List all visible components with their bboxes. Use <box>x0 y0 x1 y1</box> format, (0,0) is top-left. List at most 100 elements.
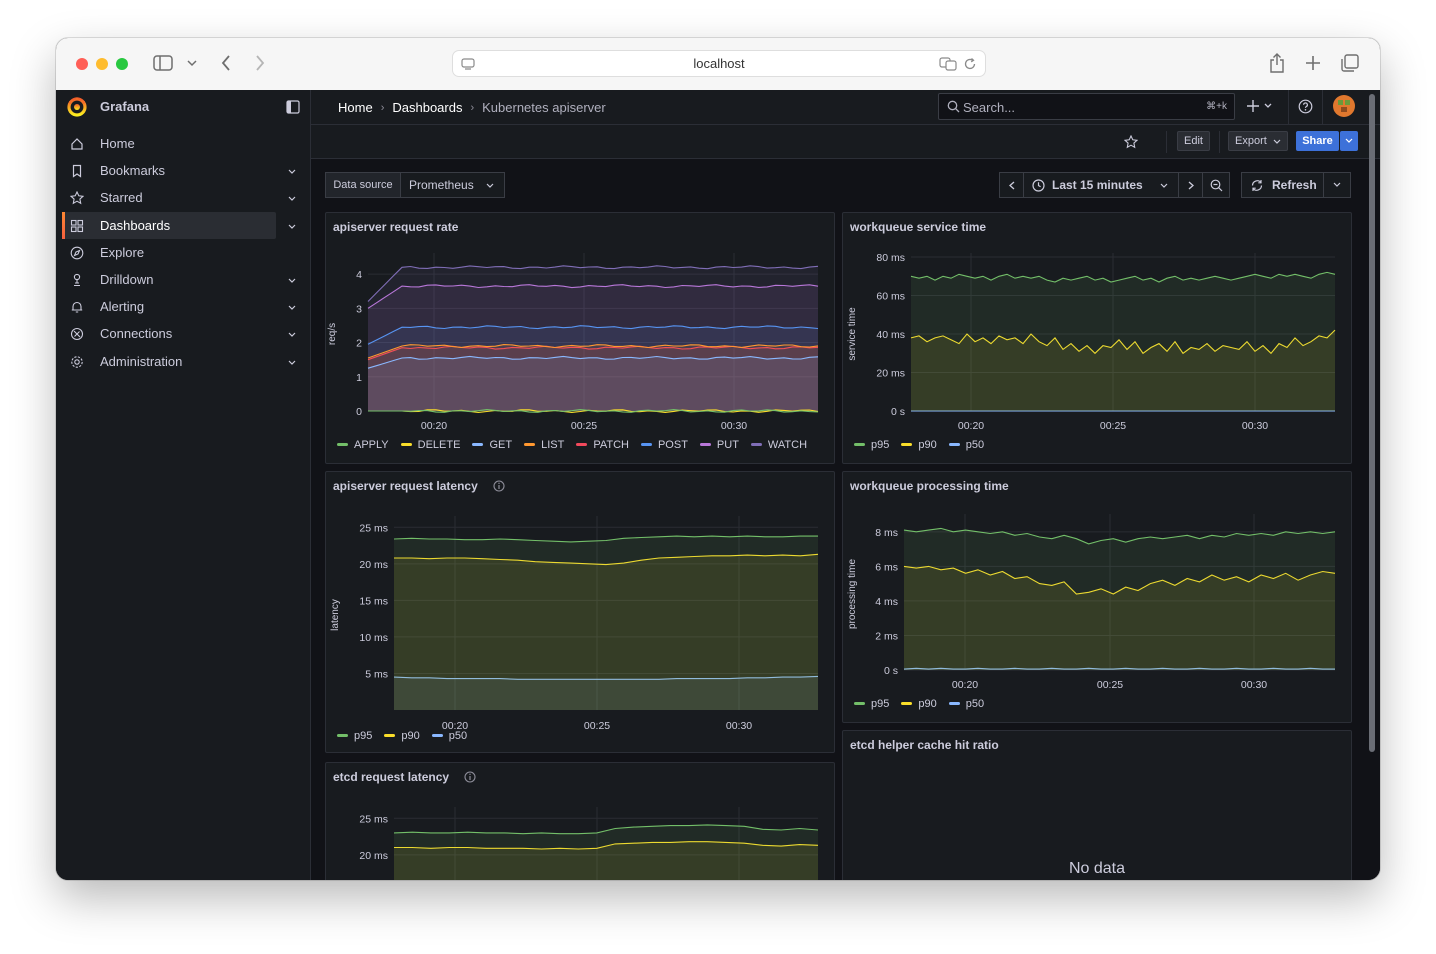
legend-item[interactable]: PUT <box>699 439 739 451</box>
page-scrollbar[interactable] <box>1369 94 1375 752</box>
time-shift-forward-button[interactable] <box>1178 172 1203 198</box>
legend-label: POST <box>657 439 688 451</box>
active-indicator <box>62 211 65 239</box>
y-tick-label: 40 ms <box>876 329 905 341</box>
sidebar-item-home[interactable]: Home <box>62 130 276 157</box>
tab-overview-chevron-icon[interactable] <box>186 56 198 70</box>
breadcrumb-dashboards[interactable]: Dashboards <box>392 100 462 115</box>
chart-legend: p95 p90 p50 <box>854 698 984 710</box>
legend-item[interactable]: POST <box>640 439 688 451</box>
panel-etcd-latency[interactable]: etcd request latency 15 ms20 ms25 mslate… <box>325 762 835 880</box>
datasource-select[interactable]: Prometheus <box>400 172 505 198</box>
translate-icon[interactable] <box>939 57 957 74</box>
legend-item[interactable]: APPLY <box>337 439 389 451</box>
address-bar[interactable]: localhost <box>452 50 986 77</box>
legend-item[interactable]: p50 <box>948 698 984 710</box>
avatar[interactable] <box>1333 95 1355 117</box>
brand-header: Grafana <box>56 90 310 124</box>
legend-item[interactable]: p50 <box>431 730 467 742</box>
legend-item[interactable]: p95 <box>854 439 889 451</box>
panel-request-rate[interactable]: apiserver request rate 0 1 2 3 4 00:20 00:25 00… <box>325 212 835 464</box>
grafana-logo-icon[interactable] <box>66 96 88 123</box>
back-icon[interactable] <box>218 53 234 73</box>
add-new-icon[interactable] <box>1247 99 1275 118</box>
sidebar-item-label: Home <box>100 136 135 151</box>
legend-label: p90 <box>401 730 420 742</box>
legend-label: p95 <box>871 698 890 710</box>
legend-item[interactable]: p95 <box>337 730 372 742</box>
legend-item[interactable]: LIST <box>524 439 564 451</box>
expand-chevron-icon[interactable] <box>288 303 296 314</box>
dock-menu-icon[interactable] <box>286 100 300 119</box>
time-range-label: Last 15 minutes <box>1052 178 1143 192</box>
panel-cache-hit-ratio[interactable]: etcd helper cache hit ratio No data <box>842 730 1352 880</box>
clock-icon <box>1032 178 1045 192</box>
refresh-interval-picker[interactable] <box>1323 172 1351 198</box>
topbar-divider <box>1288 90 1289 124</box>
panel-service-time[interactable]: workqueue service time 0 s 20 ms 40 ms 60 m… <box>842 212 1352 464</box>
share-page-icon[interactable] <box>1268 52 1286 74</box>
chart-request-rate: 0 1 2 3 4 00:20 00:25 00:30 req/s <box>327 253 819 432</box>
legend-item[interactable]: p95 <box>854 698 889 710</box>
breadcrumb-home[interactable]: Home <box>338 100 373 115</box>
expand-chevron-icon[interactable] <box>288 358 296 369</box>
refresh-button[interactable]: Refresh <box>1241 172 1324 198</box>
sidebar-item-starred[interactable]: Starred <box>62 184 276 211</box>
legend-item[interactable]: p90 <box>901 439 937 451</box>
search-input[interactable]: Search... ⌘+k <box>938 93 1235 120</box>
expand-chevron-icon[interactable] <box>288 167 296 178</box>
favorite-star-icon[interactable] <box>1123 134 1139 154</box>
reload-icon[interactable] <box>963 57 977 74</box>
time-range-picker[interactable]: Last 15 minutes <box>1023 172 1179 198</box>
sidebar-item-drilldown[interactable]: Drilldown <box>62 266 276 293</box>
url-text: localhost <box>693 56 745 71</box>
sidebar-item-alerting[interactable]: Alerting <box>62 293 276 320</box>
legend-item[interactable]: p90 <box>384 730 420 742</box>
series-area-get <box>368 356 818 411</box>
expand-chevron-icon[interactable] <box>288 194 296 205</box>
sidebar-item-bookmarks[interactable]: Bookmarks <box>62 157 276 184</box>
legend-item[interactable]: GET <box>472 439 512 451</box>
close-window-button[interactable] <box>76 58 88 70</box>
panel-request-latency[interactable]: apiserver request latency 5 ms 10 ms 15 ms… <box>325 471 835 753</box>
edit-button[interactable]: Edit <box>1177 131 1210 151</box>
sidebar-item-connections[interactable]: Connections <box>62 320 276 347</box>
legend-item[interactable]: p90 <box>901 698 937 710</box>
legend-item[interactable]: p50 <box>948 439 984 451</box>
sidebar-item-dashboards[interactable]: Dashboards <box>62 211 276 239</box>
legend-item[interactable]: DELETE <box>400 439 460 451</box>
forward-icon[interactable] <box>252 53 268 73</box>
sidebar-item-label: Drilldown <box>100 272 154 287</box>
sidebar-item-administration[interactable]: Administration <box>62 348 276 375</box>
legend-item[interactable]: WATCH <box>750 439 807 451</box>
legend-item[interactable]: PATCH <box>576 439 629 451</box>
star-icon <box>69 191 85 205</box>
x-tick-label: 00:25 <box>571 420 597 432</box>
zoom-out-button[interactable] <box>1202 172 1230 198</box>
panel-processing-time[interactable]: workqueue processing time 0 s2 ms 4 ms 6 m… <box>842 471 1352 723</box>
y-axis-label: processing time <box>847 559 858 629</box>
legend-swatch <box>431 733 443 737</box>
minimize-window-button[interactable] <box>96 58 108 70</box>
legend-swatch <box>901 701 913 705</box>
help-icon[interactable] <box>1298 99 1313 119</box>
page-settings-icon[interactable] <box>461 57 475 74</box>
action-divider <box>1219 131 1220 153</box>
sidebar-toggle-icon[interactable] <box>152 54 174 72</box>
time-shift-back-button[interactable] <box>999 172 1024 198</box>
share-button[interactable]: Share <box>1296 131 1339 151</box>
expand-chevron-icon[interactable] <box>288 330 296 341</box>
expand-chevron-icon[interactable] <box>288 222 296 233</box>
zoom-window-button[interactable] <box>116 58 128 70</box>
chart-request-latency: 5 ms10 ms15 ms20 ms25 ms00:20 00:25 00:30l… <box>330 516 819 732</box>
sidebar-item-explore[interactable]: Explore <box>62 239 276 266</box>
x-tick-label: 00:25 <box>1097 679 1123 691</box>
export-button[interactable]: Export <box>1228 131 1288 151</box>
app-name: Grafana <box>100 99 150 114</box>
dashboard-canvas: Data source Prometheus Last 15 minutes R… <box>311 159 1380 880</box>
share-options-button[interactable] <box>1340 131 1358 151</box>
tab-overview-icon[interactable] <box>1340 53 1360 73</box>
new-tab-icon[interactable] <box>1304 54 1322 72</box>
expand-chevron-icon[interactable] <box>288 276 296 287</box>
browser-toolbar: localhost <box>56 38 1380 91</box>
